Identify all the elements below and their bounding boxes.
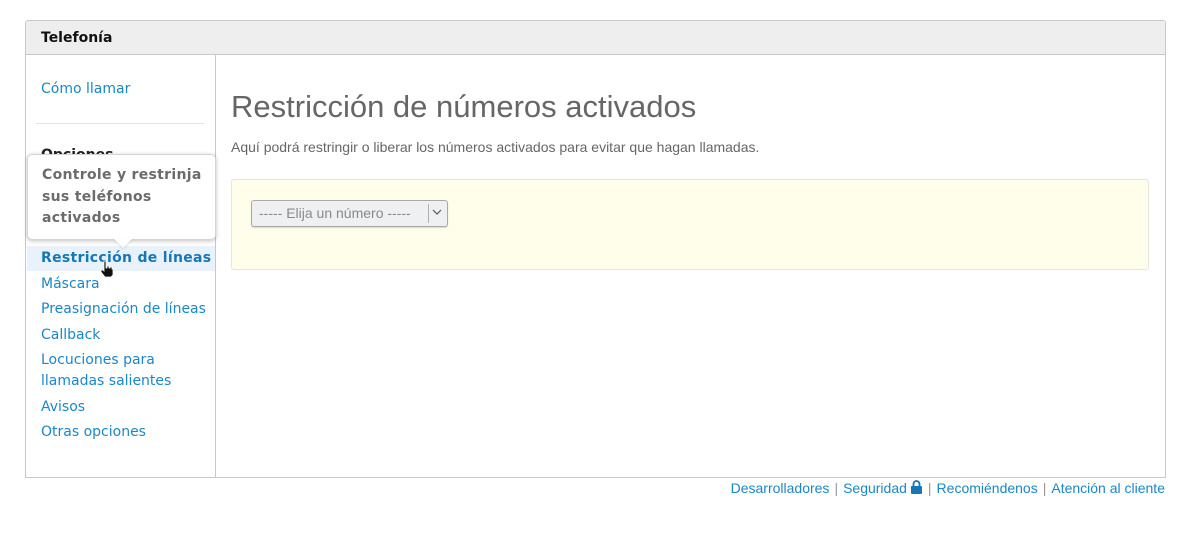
footer-separator: | — [834, 480, 839, 496]
sidebar-item-avisos[interactable]: Avisos — [41, 397, 85, 418]
hand-cursor-icon — [100, 260, 114, 278]
sidebar: Cómo llamar Opciones Restricción de líne… — [26, 55, 216, 477]
sidebar-item-preasignacion[interactable]: Preasignación de líneas — [41, 299, 206, 320]
number-select[interactable]: ----- Elija un número ----- — [251, 200, 448, 227]
footer-separator: | — [1042, 480, 1047, 496]
tooltip-line: activados — [42, 210, 121, 226]
footer-link-seguridad[interactable]: Seguridad — [843, 480, 923, 496]
sidebar-link-como-llamar[interactable]: Cómo llamar — [41, 79, 130, 100]
number-select-value: ----- Elija un número ----- — [259, 205, 411, 221]
chevron-down-icon — [432, 209, 442, 215]
footer-link-desarrolladores[interactable]: Desarrolladores — [731, 480, 830, 496]
tooltip-line: Controle y restrinja — [42, 167, 202, 183]
sidebar-item-restriccion-lineas[interactable]: Restricción de líneas — [41, 248, 211, 269]
panel-title: Telefonía — [41, 30, 113, 46]
page-description: Aquí podrá restringir o liberar los núme… — [231, 139, 760, 155]
tooltip: Controle y restrinja sus teléfonos activ… — [27, 154, 216, 248]
lock-icon — [910, 480, 922, 494]
panel-header: Telefonía — [26, 21, 1165, 55]
sidebar-item-locuciones-line2: llamadas salientes — [41, 373, 172, 389]
footer-link-recomiendenos[interactable]: Recomiéndenos — [937, 480, 1038, 496]
page-title: Restricción de números activados — [231, 89, 697, 124]
sidebar-divider — [36, 123, 204, 124]
sidebar-item-locuciones[interactable]: Locuciones para llamadas salientes — [41, 350, 171, 392]
footer-link-atencion-cliente[interactable]: Atención al cliente — [1051, 480, 1165, 496]
sidebar-item-otras-opciones[interactable]: Otras opciones — [41, 422, 146, 443]
footer-link-seguridad-label: Seguridad — [843, 480, 907, 496]
select-separator — [428, 204, 429, 223]
footer-links: Desarrolladores | Seguridad | Recomiéndenos |… — [731, 480, 1165, 496]
tooltip-line: sus teléfonos — [42, 188, 152, 205]
sidebar-item-locuciones-line1: Locuciones para — [41, 352, 155, 368]
tooltip-arrow — [114, 239, 132, 248]
sidebar-item-callback[interactable]: Callback — [41, 325, 100, 346]
tooltip-text: Controle y restrinja sus teléfonos activ… — [42, 165, 207, 230]
sidebar-item-mascara[interactable]: Máscara — [41, 274, 100, 295]
footer-separator: | — [927, 480, 932, 496]
